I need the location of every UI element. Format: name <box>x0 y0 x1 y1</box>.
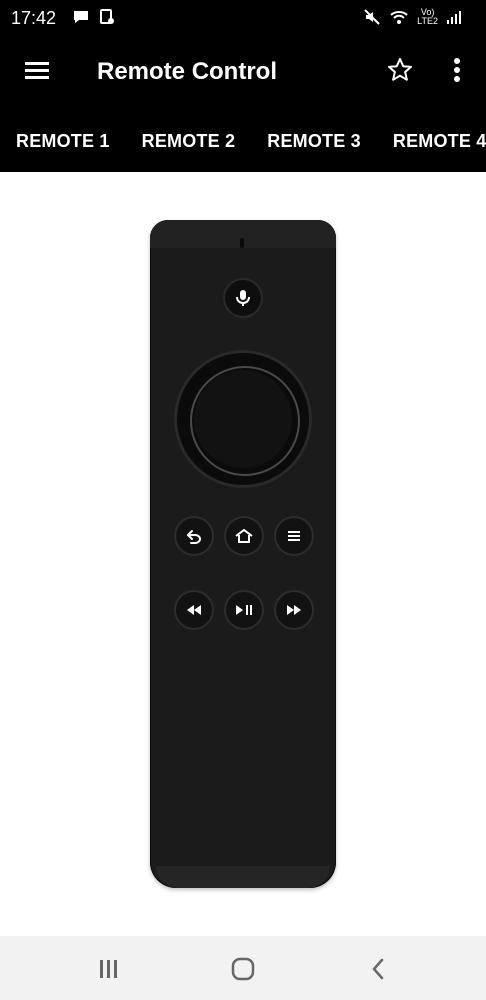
rewind-icon <box>187 605 201 615</box>
dpad-select-button[interactable] <box>194 370 292 468</box>
voice-button[interactable] <box>225 280 261 316</box>
remote-tabs: REMOTE 1 REMOTE 2 REMOTE 3 REMOTE 4 <box>0 110 486 172</box>
message-icon <box>74 11 88 23</box>
recent-apps-button[interactable] <box>94 954 124 984</box>
tab-remote-3[interactable]: REMOTE 3 <box>251 131 377 152</box>
menu-icon <box>288 531 300 541</box>
home-circle-icon <box>231 957 255 981</box>
dpad-ring[interactable] <box>174 350 312 488</box>
tab-remote-1[interactable]: REMOTE 1 <box>0 131 126 152</box>
home-button[interactable] <box>226 518 262 554</box>
signal-icon <box>447 11 461 24</box>
microphone-icon <box>236 290 250 306</box>
status-time: 17:42 <box>11 8 57 28</box>
recent-apps-icon <box>100 960 117 978</box>
remote-content <box>0 172 486 936</box>
status-led <box>240 238 244 248</box>
status-bar: 17:42 Vo) LTE2 <box>0 0 486 34</box>
rewind-button[interactable] <box>176 592 212 628</box>
back-button[interactable] <box>176 518 212 554</box>
screenshot-icon <box>100 9 114 24</box>
app-bar: Remote Control <box>0 34 486 110</box>
play-pause-button[interactable] <box>226 592 262 628</box>
star-icon <box>388 58 412 81</box>
more-options-button[interactable] <box>452 56 462 84</box>
remote-bottom <box>156 866 330 888</box>
remote-body <box>150 220 336 888</box>
network-label: LTE2 <box>417 16 438 26</box>
home-icon <box>235 528 253 543</box>
menu-button[interactable] <box>22 56 52 86</box>
fast-forward-icon <box>287 605 301 615</box>
mute-icon <box>364 9 380 25</box>
favorite-button[interactable] <box>386 56 414 84</box>
back-nav-button[interactable] <box>364 954 394 984</box>
wifi-icon <box>390 11 408 24</box>
network-labels: Vo) LTE2 <box>417 8 438 26</box>
back-icon <box>187 530 202 544</box>
play-pause-icon <box>236 605 252 615</box>
home-nav-button[interactable] <box>228 954 258 984</box>
status-left-icons <box>72 8 116 26</box>
page-title: Remote Control <box>97 58 277 85</box>
fast-forward-button[interactable] <box>276 592 312 628</box>
status-right-icons: Vo) LTE2 <box>363 8 462 26</box>
menu-button-remote[interactable] <box>276 518 312 554</box>
system-nav-bar <box>0 936 486 1000</box>
tab-remote-2[interactable]: REMOTE 2 <box>126 131 252 152</box>
tab-remote-4[interactable]: REMOTE 4 <box>377 131 486 152</box>
back-arrow-icon <box>372 958 384 980</box>
hamburger-icon <box>25 62 49 79</box>
more-vertical-icon <box>454 58 460 82</box>
